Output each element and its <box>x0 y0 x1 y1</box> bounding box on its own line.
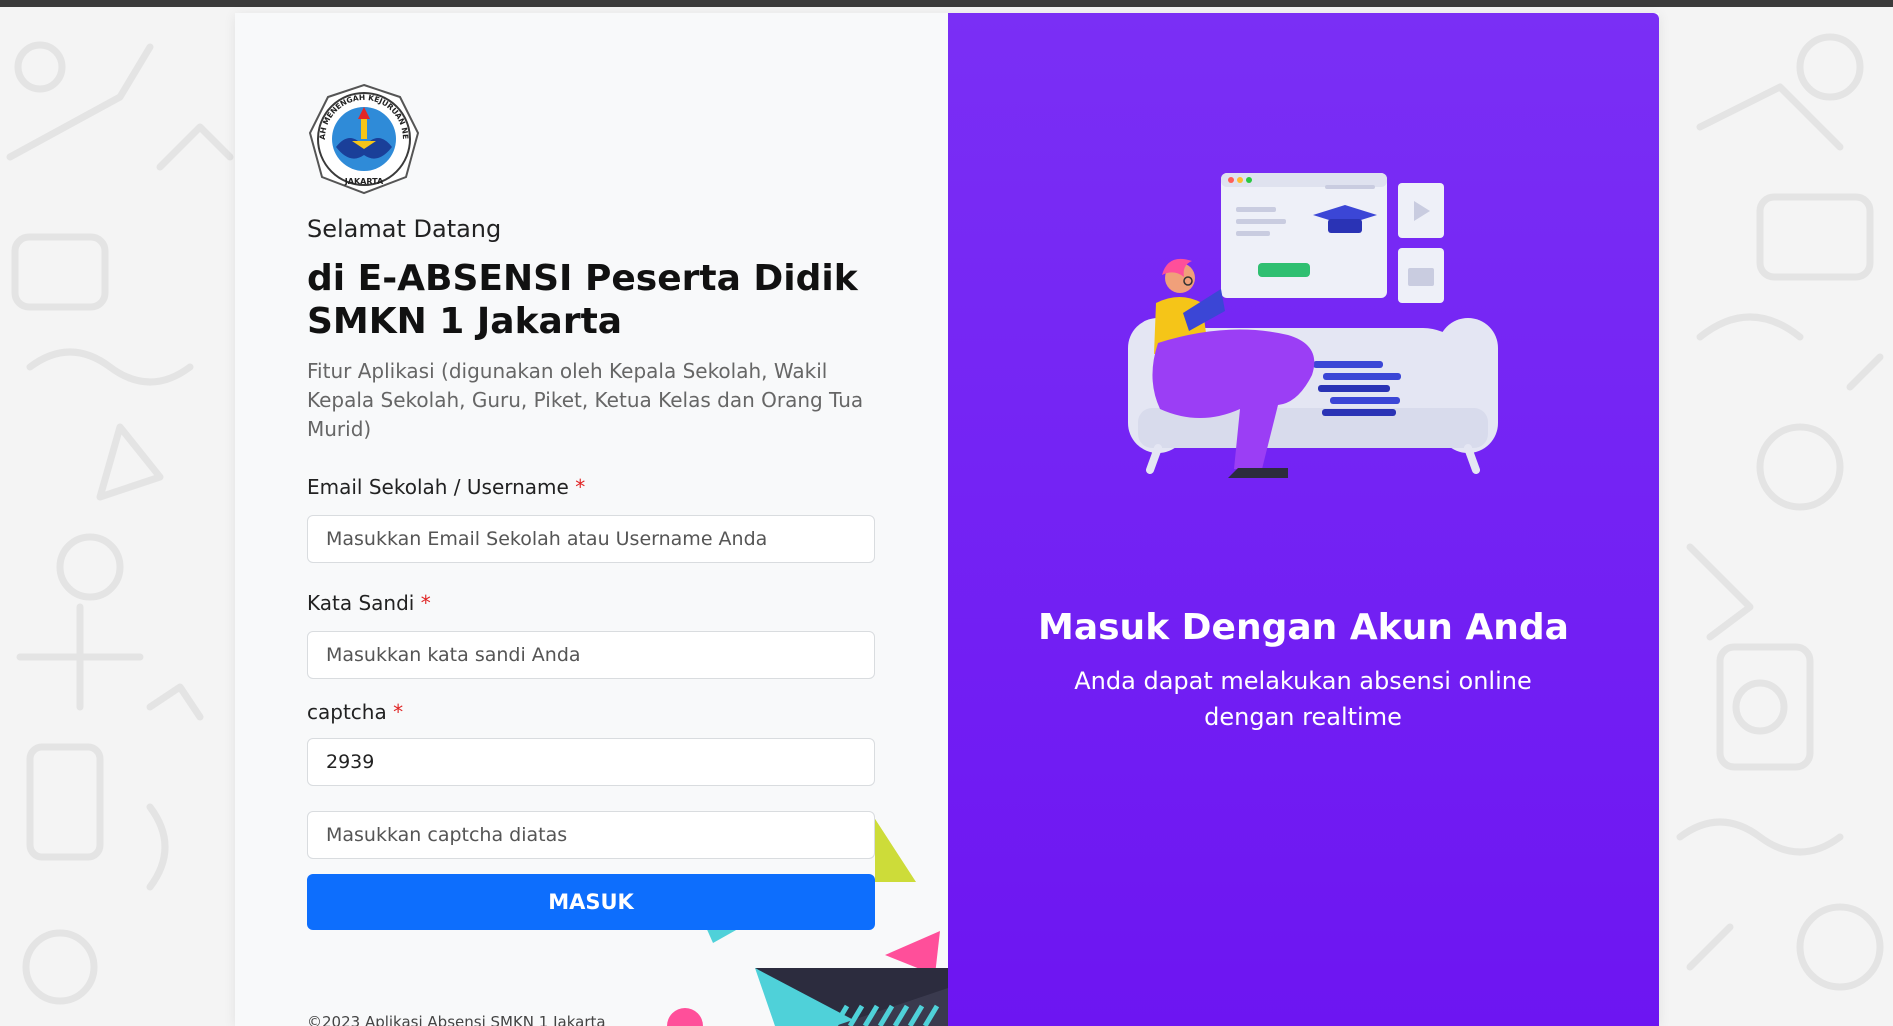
email-username-input[interactable] <box>307 515 875 563</box>
required-mark: * <box>575 475 586 499</box>
email-label: Email Sekolah / Username * <box>307 475 585 499</box>
footer-copyright: ©2023 Aplikasi Absensi SMKN 1 Jakarta <box>307 1013 606 1026</box>
school-logo: SEKOLAH MENENGAH KEJURUAN NEGERI 1 JAKAR… <box>308 83 420 195</box>
password-label: Kata Sandi * <box>307 591 431 615</box>
captcha-label: captcha * <box>307 700 403 724</box>
login-form-panel: SEKOLAH MENENGAH KEJURUAN NEGERI 1 JAKAR… <box>235 13 948 1026</box>
promo-heading: Masuk Dengan Akun Anda <box>1038 607 1569 648</box>
login-submit-button[interactable]: MASUK <box>307 874 875 930</box>
password-label-text: Kata Sandi <box>307 591 415 615</box>
promo-panel: Masuk Dengan Akun Anda Anda dapat melaku… <box>948 13 1659 1026</box>
page-title: di E-ABSENSI Peserta Didik SMKN 1 Jakart… <box>307 257 867 343</box>
login-card: SEKOLAH MENENGAH KEJURUAN NEGERI 1 JAKAR… <box>235 13 1659 1026</box>
captcha-answer-input[interactable] <box>307 811 875 859</box>
password-input[interactable] <box>307 631 875 679</box>
required-mark: * <box>420 591 431 615</box>
captcha-code-display <box>307 738 875 786</box>
email-label-text: Email Sekolah / Username <box>307 475 569 499</box>
title-line-2: SMKN 1 Jakarta <box>307 301 623 342</box>
app-features-description: Fitur Aplikasi (digunakan oleh Kepala Se… <box>307 359 864 441</box>
promo-description: Anda dapat melakukan absensi online deng… <box>1074 667 1532 731</box>
title-line-1: di E-ABSENSI Peserta Didik <box>307 258 858 299</box>
logo-bottom-text: JAKARTA <box>344 177 384 186</box>
required-mark: * <box>393 700 404 724</box>
student-reading-illustration <box>1128 173 1498 478</box>
welcome-text: Selamat Datang <box>307 215 502 243</box>
captcha-label-text: captcha <box>307 700 387 724</box>
browser-top-bar <box>0 0 1893 7</box>
